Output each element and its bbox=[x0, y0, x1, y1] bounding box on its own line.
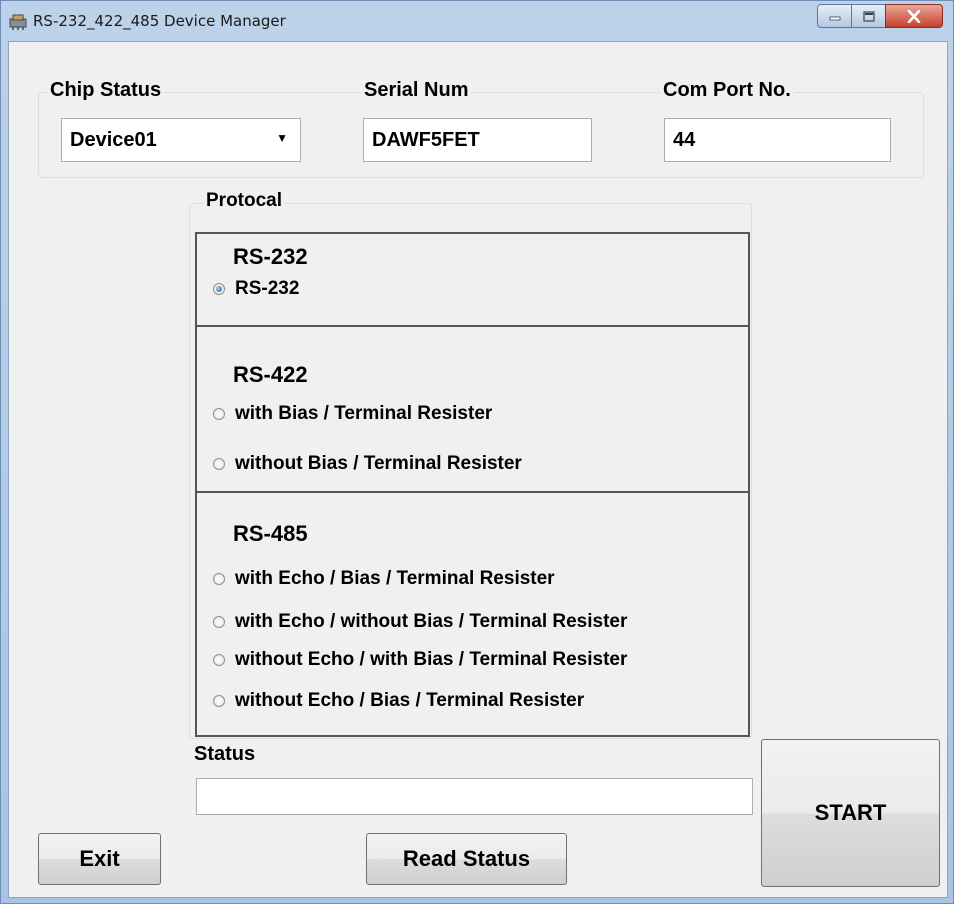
radio-label: without Bias / Terminal Resister bbox=[235, 453, 522, 474]
radio-unchecked-icon bbox=[213, 458, 225, 470]
radio-unchecked-icon bbox=[213, 408, 225, 420]
radio-rs232[interactable]: RS-232 bbox=[213, 277, 299, 301]
maximize-button[interactable] bbox=[851, 4, 886, 28]
com-port-field[interactable]: 44 bbox=[664, 118, 891, 162]
chip-status-dropdown[interactable]: Device01 ▼ bbox=[61, 118, 301, 162]
protocol-label: Protocal bbox=[203, 190, 286, 212]
close-icon bbox=[907, 9, 921, 23]
app-window: RS-232_422_485 Device Manager Chip Statu… bbox=[0, 0, 954, 904]
radio-label: without Echo / with Bias / Terminal Resi… bbox=[235, 649, 628, 670]
minimize-icon bbox=[829, 16, 840, 21]
radio-label: with Bias / Terminal Resister bbox=[235, 403, 493, 424]
window-title: RS-232_422_485 Device Manager bbox=[33, 12, 286, 30]
read-status-button[interactable]: Read Status bbox=[366, 833, 567, 885]
radio-unchecked-icon bbox=[213, 695, 225, 707]
title-bar[interactable]: RS-232_422_485 Device Manager bbox=[1, 1, 953, 41]
com-port-label: Com Port No. bbox=[660, 79, 794, 102]
rs485-title: RS-485 bbox=[233, 521, 308, 546]
rs422-title: RS-422 bbox=[233, 362, 308, 387]
radio-rs485-echo-bias[interactable]: with Echo / Bias / Terminal Resister bbox=[213, 567, 555, 591]
status-label: Status bbox=[194, 743, 256, 765]
radio-rs485-no-echo-bias[interactable]: without Echo / with Bias / Terminal Resi… bbox=[213, 648, 627, 672]
maximize-icon bbox=[862, 10, 875, 22]
status-field[interactable] bbox=[196, 778, 753, 815]
radio-label: with Echo / Bias / Terminal Resister bbox=[235, 568, 555, 589]
radio-label: RS-232 bbox=[235, 278, 300, 299]
radio-unchecked-icon bbox=[213, 616, 225, 628]
app-icon bbox=[9, 14, 27, 30]
radio-unchecked-icon bbox=[213, 654, 225, 666]
radio-rs422-with-bias[interactable]: with Bias / Terminal Resister bbox=[213, 402, 492, 426]
exit-button-label: Exit bbox=[79, 846, 120, 871]
serial-num-field[interactable]: DAWF5FET bbox=[363, 118, 592, 162]
radio-checked-icon bbox=[213, 283, 225, 295]
exit-button[interactable]: Exit bbox=[38, 833, 161, 885]
rs485-section: RS-485 with Echo / Bias / Terminal Resis… bbox=[195, 491, 750, 737]
rs232-title: RS-232 bbox=[233, 244, 308, 269]
rs422-section: RS-422 with Bias / Terminal Resister wit… bbox=[195, 325, 750, 493]
chip-status-label: Chip Status bbox=[47, 79, 165, 102]
radio-label: with Echo / without Bias / Terminal Resi… bbox=[235, 611, 628, 632]
radio-label: without Echo / Bias / Terminal Resister bbox=[235, 690, 585, 711]
client-area: Chip Status Serial Num Com Port No. Devi… bbox=[8, 41, 948, 898]
serial-num-value: DAWF5FET bbox=[372, 129, 480, 151]
minimize-button[interactable] bbox=[817, 4, 852, 28]
chip-status-value: Device01 bbox=[70, 129, 157, 151]
serial-num-label: Serial Num bbox=[361, 79, 472, 102]
start-button[interactable]: START bbox=[761, 739, 940, 887]
radio-rs485-echo-no-bias[interactable]: with Echo / without Bias / Terminal Resi… bbox=[213, 610, 627, 634]
radio-rs422-without-bias[interactable]: without Bias / Terminal Resister bbox=[213, 452, 522, 476]
radio-rs485-no-echo-no-bias[interactable]: without Echo / Bias / Terminal Resister bbox=[213, 689, 584, 713]
start-button-label: START bbox=[814, 800, 887, 825]
rs232-section: RS-232 RS-232 bbox=[195, 232, 750, 327]
close-button[interactable] bbox=[885, 4, 943, 28]
read-status-button-label: Read Status bbox=[402, 846, 531, 871]
radio-unchecked-icon bbox=[213, 573, 225, 585]
chevron-down-icon: ▼ bbox=[276, 131, 288, 145]
com-port-value: 44 bbox=[673, 129, 696, 151]
